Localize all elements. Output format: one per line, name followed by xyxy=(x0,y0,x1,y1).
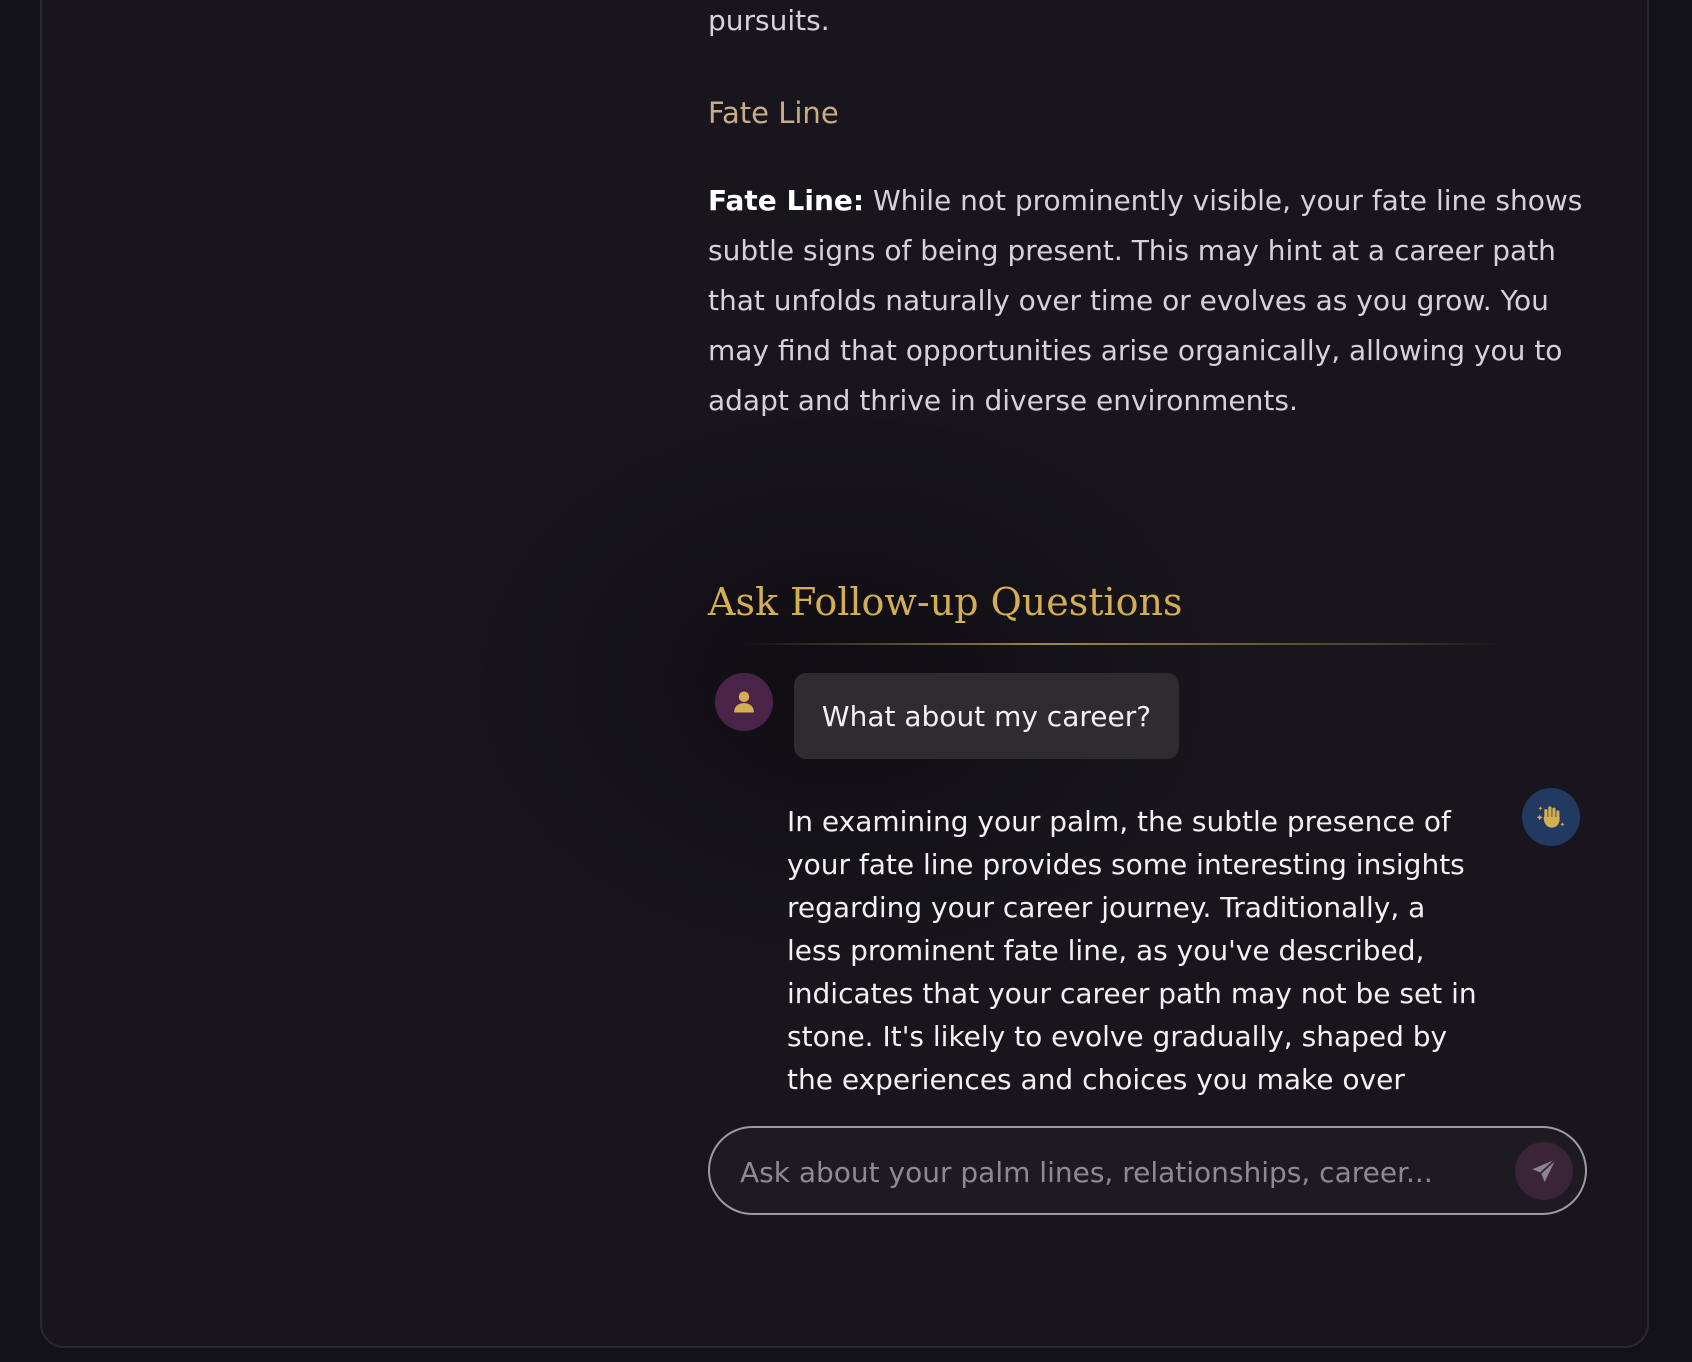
assistant-message: In examining your palm, the subtle prese… xyxy=(787,800,1487,1096)
section-paragraph-fate-line: Fate Line: While not prominently visible… xyxy=(708,176,1588,426)
reading-intro-text: clear sense of purpose and a strong focu… xyxy=(708,4,830,37)
palm-sparkle-icon xyxy=(1536,806,1565,828)
user-message-bubble: What about my career? xyxy=(794,673,1179,759)
assistant-avatar xyxy=(1522,788,1580,846)
section-paragraph-label: Fate Line: xyxy=(708,184,865,217)
followup-title: Ask Follow-up Questions xyxy=(708,580,1183,624)
user-avatar xyxy=(715,673,773,731)
assistant-message-text: In examining your palm, the subtle prese… xyxy=(787,805,1477,1096)
send-icon xyxy=(1532,1158,1557,1183)
user-icon xyxy=(734,691,754,713)
send-button[interactable] xyxy=(1515,1142,1573,1200)
section-paragraph-text: While not prominently visible, your fate… xyxy=(708,184,1583,417)
chat-input-container xyxy=(708,1126,1587,1215)
reading-card: clear sense of purpose and a strong focu… xyxy=(40,0,1649,1348)
section-heading-fate-line: Fate Line xyxy=(708,96,839,130)
title-divider xyxy=(742,643,1502,645)
followup-question-input[interactable] xyxy=(738,1142,1482,1202)
